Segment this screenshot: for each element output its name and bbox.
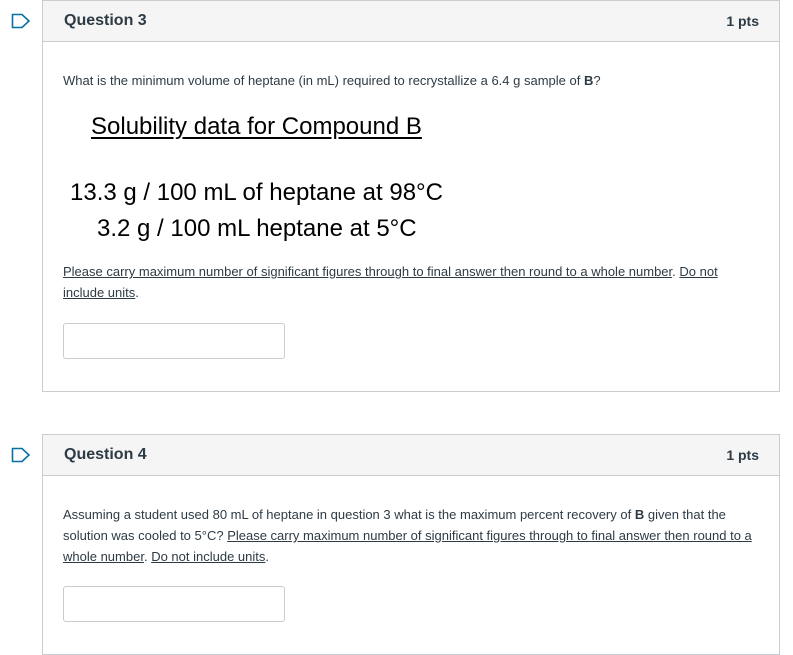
question-4-body: Assuming a student used 80 mL of heptane… bbox=[43, 476, 779, 654]
compound-label: B bbox=[583, 73, 594, 88]
solubility-line-2: 3.2 g / 100 mL heptane at 5°C bbox=[97, 215, 417, 242]
prompt-text-end: ? bbox=[593, 73, 601, 88]
question-3-header: Question 3 1 pts bbox=[43, 1, 779, 42]
instruction-end: . bbox=[135, 285, 139, 300]
question-points: 1 pts bbox=[726, 13, 759, 29]
instruction-no-units: Do not include units bbox=[151, 549, 266, 564]
solubility-title: Solubility data for Compound B bbox=[91, 113, 422, 140]
prompt-text: What is the minimum volume of heptane (i… bbox=[63, 73, 584, 88]
question-title: Question 3 bbox=[64, 12, 147, 29]
question-3-card: Question 3 1 pts What is the minimum vol… bbox=[42, 0, 780, 392]
question-points: 1 pts bbox=[726, 447, 759, 463]
compound-label: B bbox=[634, 507, 645, 522]
question-4-header: Question 4 1 pts bbox=[43, 435, 779, 476]
question-prompt: What is the minimum volume of heptane (i… bbox=[63, 70, 763, 91]
question-4-card: Question 4 1 pts Assuming a student used… bbox=[42, 434, 780, 655]
instruction-sig-figs: Please carry maximum number of significa… bbox=[63, 264, 673, 279]
instruction-end: . bbox=[265, 549, 269, 564]
solubility-line-1: 13.3 g / 100 mL of heptane at 98°C bbox=[70, 179, 443, 206]
flag-question-icon[interactable] bbox=[11, 447, 31, 463]
instruction-text: Please carry maximum number of significa… bbox=[63, 261, 753, 303]
question-3-body: What is the minimum volume of heptane (i… bbox=[43, 42, 779, 391]
prompt-text: Assuming a student used 80 mL of heptane… bbox=[63, 507, 635, 522]
answer-input[interactable] bbox=[63, 323, 285, 359]
question-title: Question 4 bbox=[64, 446, 147, 463]
question-prompt: Assuming a student used 80 mL of heptane… bbox=[63, 504, 763, 567]
answer-input[interactable] bbox=[63, 586, 285, 622]
flag-question-icon[interactable] bbox=[11, 13, 31, 29]
